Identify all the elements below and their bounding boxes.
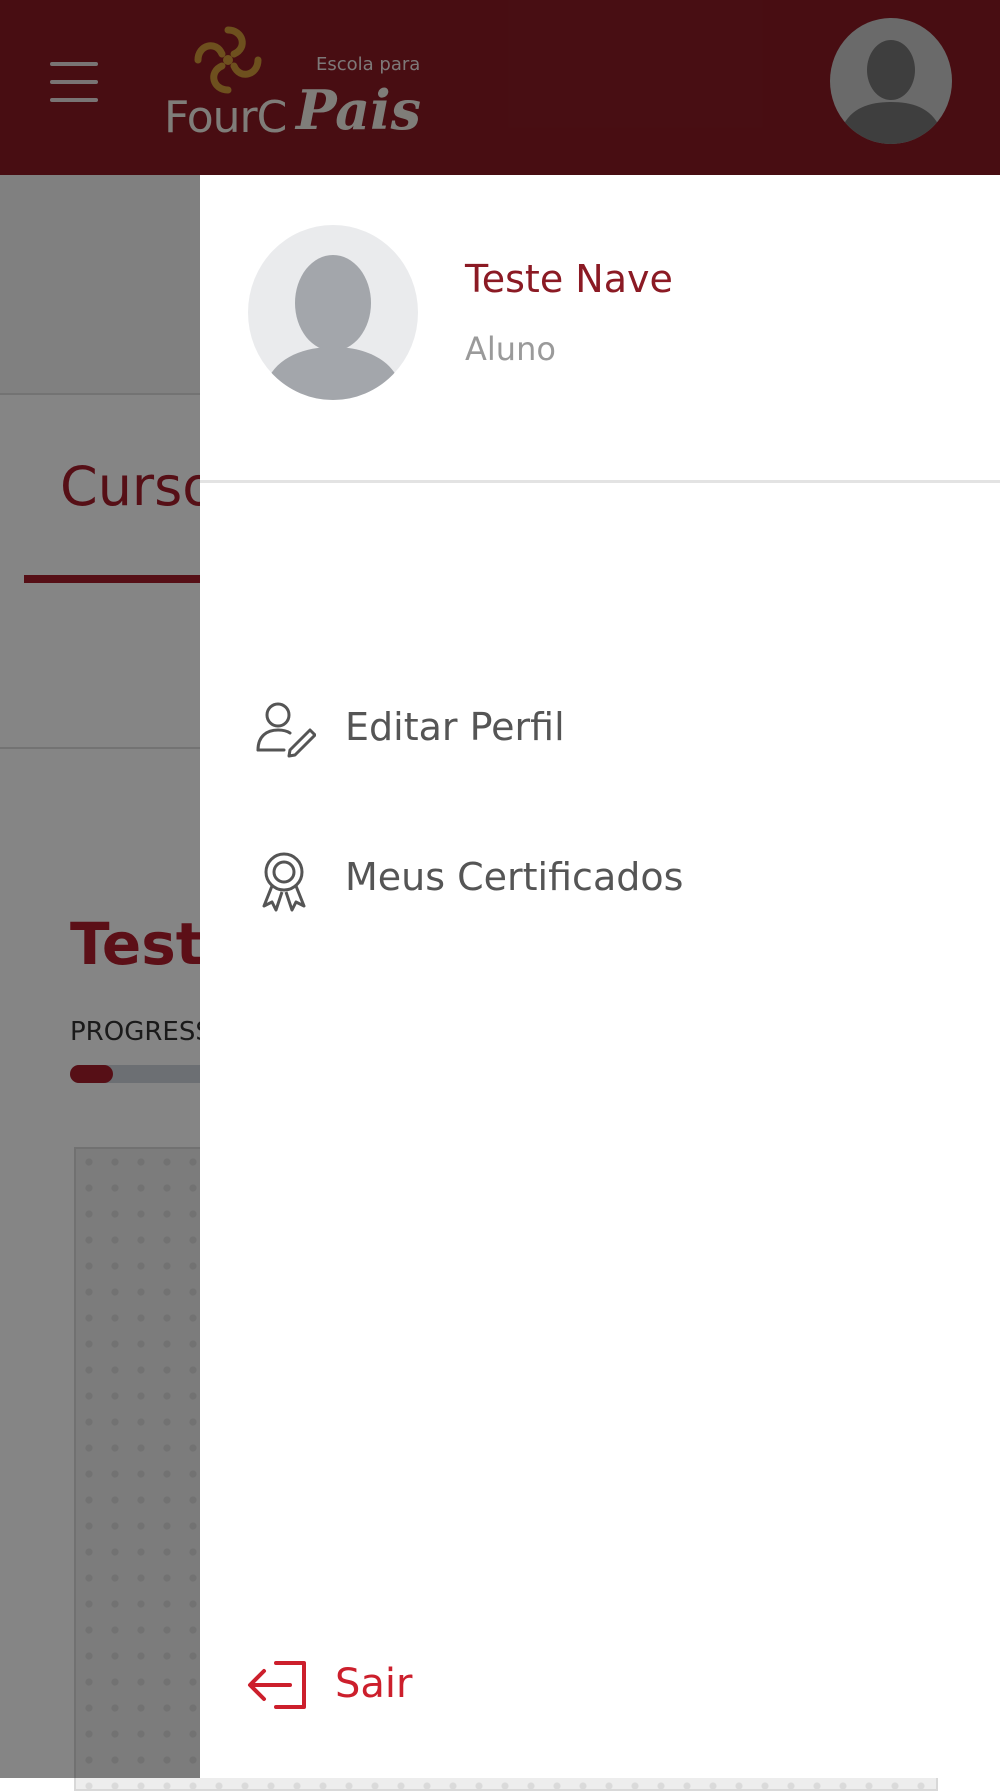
user-avatar-icon xyxy=(262,255,404,400)
logout-icon xyxy=(248,1661,306,1709)
logout-label: Sair xyxy=(335,1661,413,1707)
drawer-avatar xyxy=(248,225,418,400)
menu-item-edit-profile[interactable]: Editar Perfil xyxy=(200,675,1000,785)
menu-item-certificates[interactable]: Meus Certificados xyxy=(200,825,1000,935)
divider xyxy=(200,480,1000,483)
user-edit-icon xyxy=(256,702,316,758)
menu-item-label: Meus Certificados xyxy=(345,855,684,899)
certificate-icon xyxy=(262,852,306,912)
logout-button[interactable]: Sair xyxy=(240,1645,540,1735)
navigation-drawer: Teste Nave Aluno Editar Perfil Meus Cert… xyxy=(200,175,1000,1778)
user-role: Aluno xyxy=(465,330,556,368)
menu-item-label: Editar Perfil xyxy=(345,705,565,749)
user-name: Teste Nave xyxy=(465,257,673,301)
